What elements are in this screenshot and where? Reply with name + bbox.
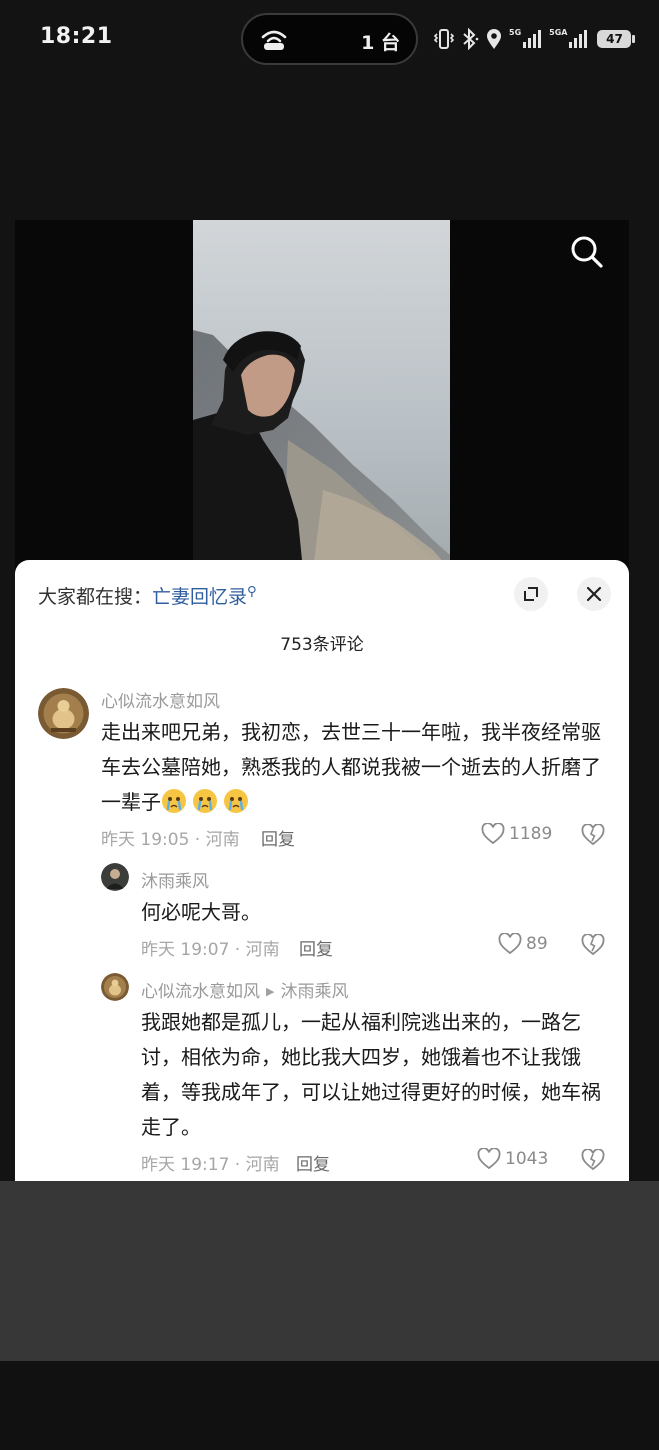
like-count: 1189 — [509, 824, 553, 844]
broken-heart-icon — [581, 823, 605, 846]
dislike-button[interactable] — [581, 1148, 605, 1175]
reply-item: 沐雨乘风 何必呢大哥。 昨天 19:07 · 河南 回复 89 — [15, 860, 629, 970]
reply-button[interactable]: 回复 — [261, 825, 295, 850]
avatar[interactable] — [101, 973, 129, 1001]
dislike-button[interactable] — [581, 823, 605, 850]
comment-text: 走出来吧兄弟，我初恋，去世三十一年啦，我半夜经常驱车去公墓陪她，熟悉我的人都说我… — [101, 715, 611, 820]
reply-meta: 昨天 19:07 · 河南 — [141, 940, 280, 960]
dislike-button[interactable] — [581, 933, 605, 960]
vibrate-icon — [434, 29, 454, 49]
comment-item: 心似流水意如风 走出来吧兄弟，我初恋，去世三十一年啦，我半夜经常驱车去公墓陪她，… — [15, 560, 629, 860]
video-frame[interactable] — [193, 220, 450, 570]
navigation-area — [0, 1361, 659, 1450]
reply-text: 我跟她都是孤儿，一起从福利院逃出来的，一路乞讨，相依为命，她比我大四岁，她饿着也… — [141, 1010, 601, 1139]
status-bar: 18:21 1 台 5G 5GA 47 — [0, 0, 659, 80]
like-count: 1043 — [505, 1149, 549, 1169]
reply-meta: 昨天 19:17 · 河南 — [141, 1155, 280, 1175]
like-button[interactable]: 1043 — [477, 1148, 548, 1170]
search-icon — [571, 236, 603, 268]
broken-heart-icon — [581, 933, 605, 956]
comment-meta: 昨天 19:05 · 河南 — [101, 830, 240, 850]
reply-text: 何必呢大哥。 — [141, 900, 261, 924]
clock: 18:21 — [40, 24, 113, 49]
like-count: 89 — [526, 934, 548, 954]
signal-2-label: 5GA — [549, 27, 568, 37]
battery-level: 47 — [606, 32, 623, 46]
crying-emoji — [162, 789, 186, 813]
video-player[interactable] — [15, 220, 629, 570]
system-icons: 5G 5GA 47 — [434, 26, 636, 52]
bluetooth-icon — [463, 28, 479, 50]
broken-heart-icon — [581, 1148, 605, 1171]
location-icon — [487, 29, 501, 49]
like-button[interactable]: 89 — [498, 933, 548, 955]
bottom-overlay — [0, 1181, 659, 1361]
avatar[interactable] — [101, 863, 129, 891]
reply-item: 心似流水意如风 ▶ 沐雨乘风 我跟她都是孤儿，一起从福利院逃出来的，一路乞讨，相依为… — [15, 970, 629, 1181]
reply-target[interactable]: 沐雨乘风 — [280, 982, 348, 1002]
signal-1-label: 5G — [509, 27, 522, 37]
signal-icon — [523, 30, 542, 48]
heart-icon — [481, 823, 505, 845]
heart-icon — [477, 1148, 501, 1170]
hotspot-icon — [261, 30, 287, 50]
heart-icon — [498, 933, 522, 955]
reply-button[interactable]: 回复 — [299, 935, 333, 960]
battery-icon: 47 — [597, 30, 636, 48]
comment-username[interactable]: 心似流水意如风 — [101, 687, 220, 712]
like-button[interactable]: 1189 — [481, 823, 552, 845]
reply-author[interactable]: 心似流水意如风 — [141, 982, 260, 1002]
connected-devices-count: 1 台 — [361, 32, 400, 54]
video-search-button[interactable] — [567, 232, 607, 272]
avatar[interactable] — [38, 688, 89, 739]
crying-emoji — [224, 789, 248, 813]
reply-username[interactable]: 沐雨乘风 — [141, 867, 209, 892]
reply-arrow-icon: ▶ — [266, 985, 275, 998]
reply-button[interactable]: 回复 — [296, 1150, 330, 1175]
comment-sheet: 大家都在搜：亡妻回忆录⚲ 753条评论 心似流水意如风 走出来吧兄弟，我初恋，去… — [15, 560, 629, 1181]
dynamic-island[interactable]: 1 台 — [241, 13, 418, 65]
reply-username: 心似流水意如风 ▶ 沐雨乘风 — [141, 977, 348, 1002]
video-still-image — [193, 220, 450, 570]
signal-icon — [569, 30, 588, 48]
crying-emoji — [193, 789, 217, 813]
